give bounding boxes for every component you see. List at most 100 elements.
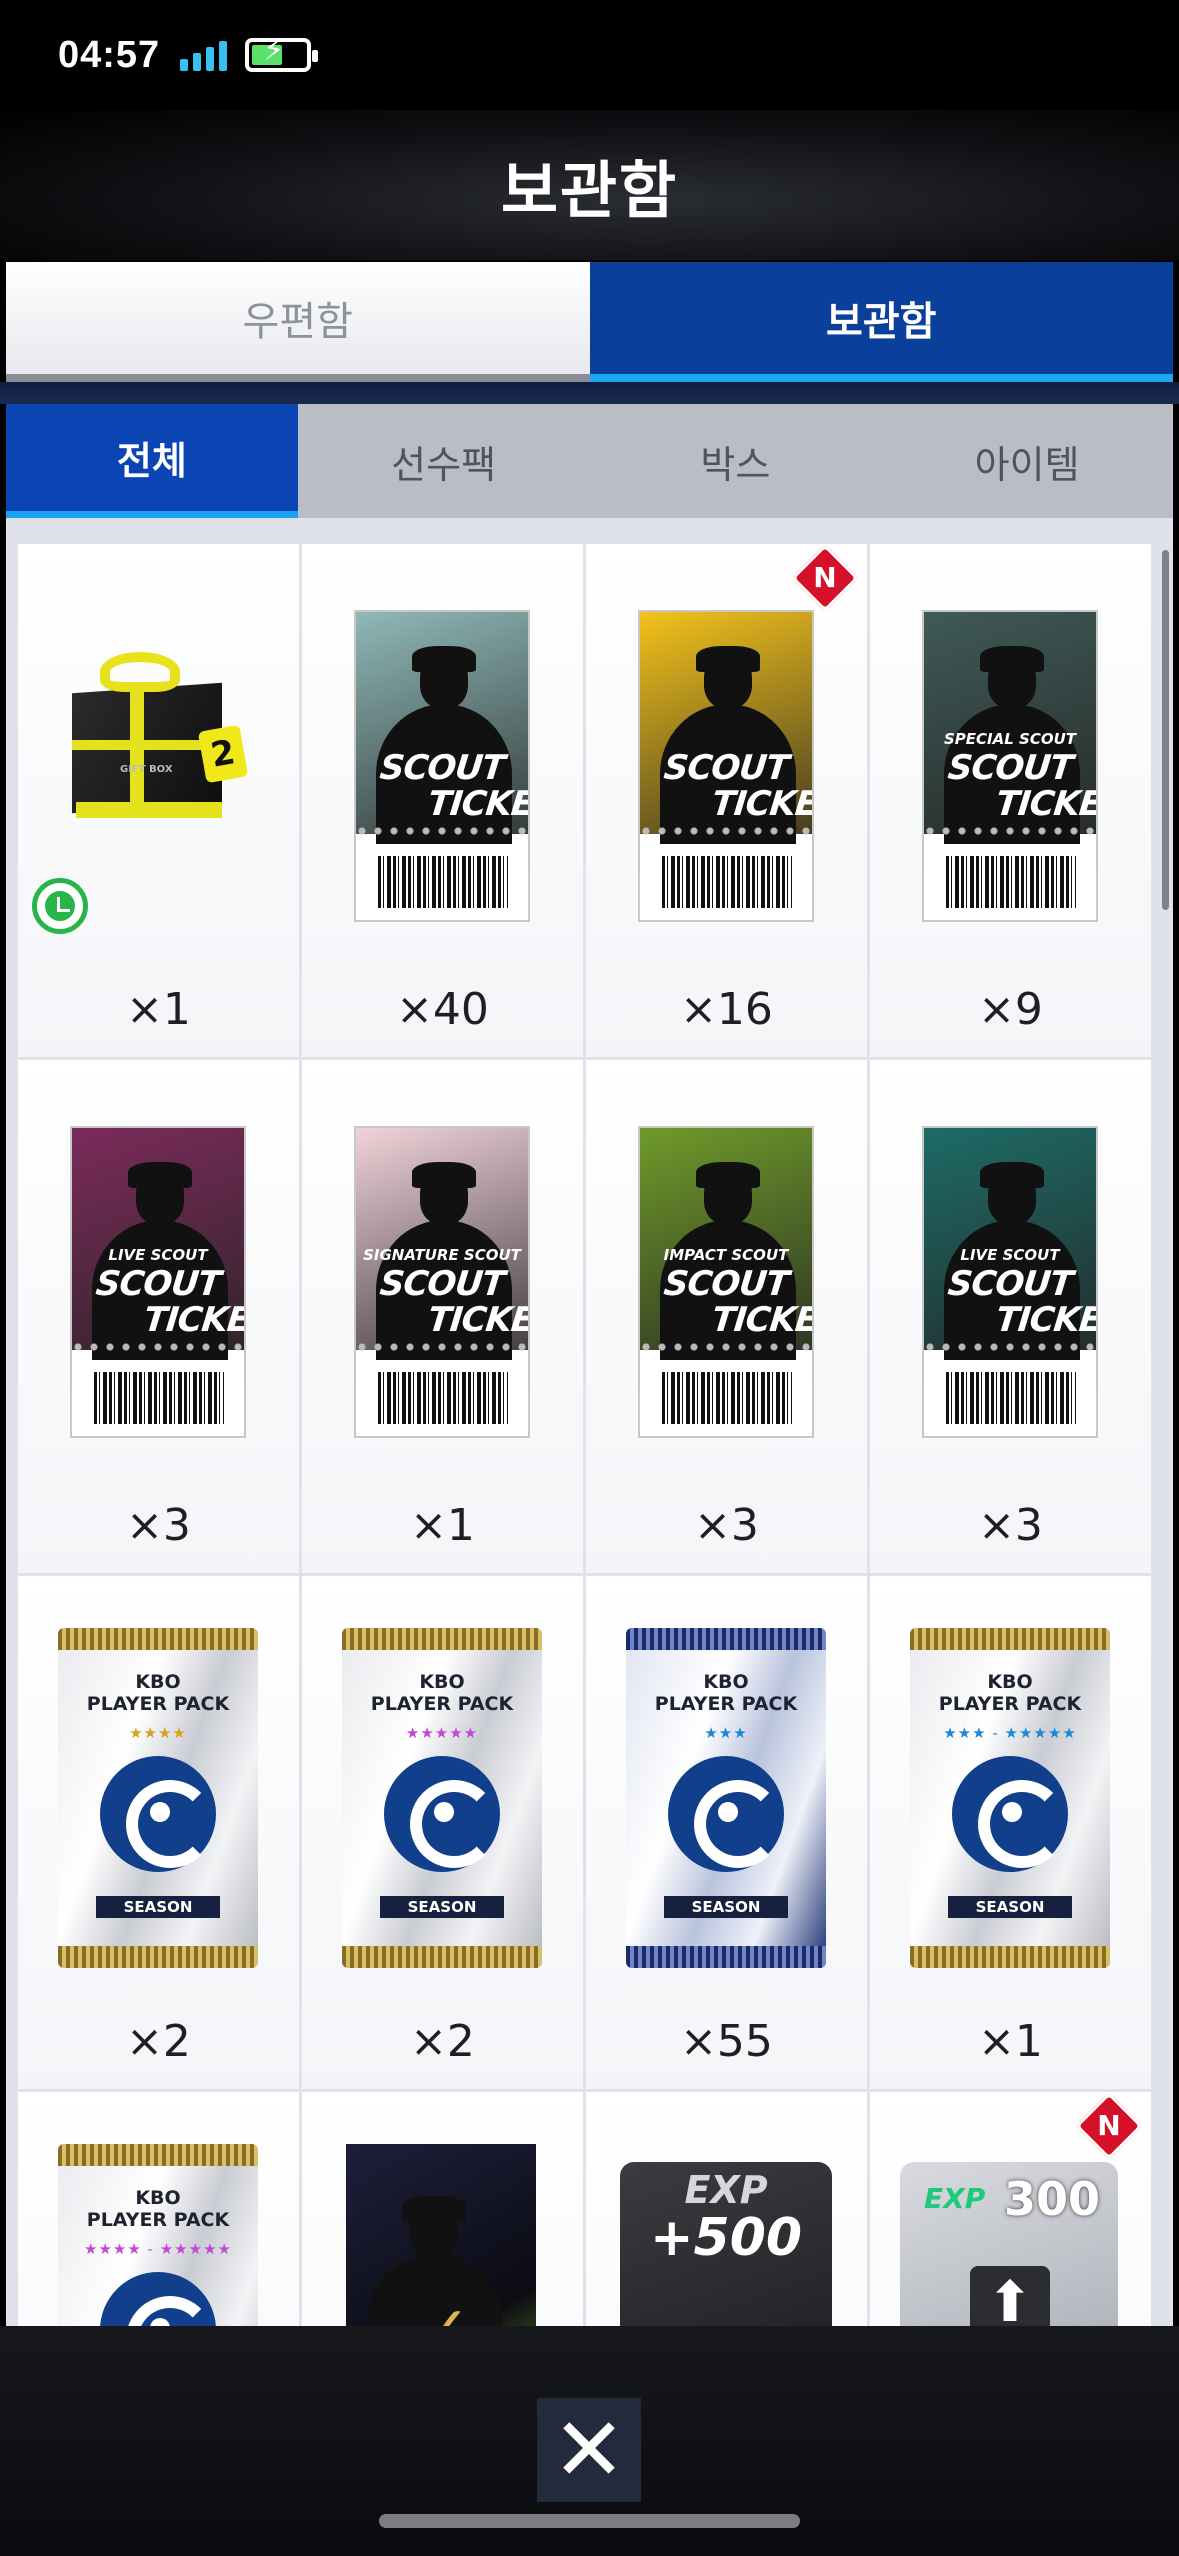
player-pack-image: KBO PLAYER PACK ★★★★ - ★★★★★ [58,2144,258,2326]
ticket-line1: SCOUT [93,1264,223,1304]
home-indicator[interactable] [379,2514,800,2528]
barcode-icon [662,1372,792,1424]
exp-label: EXP [924,2182,986,2215]
team-logo-icon [668,1756,784,1872]
inventory-item[interactable]: LIVE SCOUT SCOUT TICKET ×3 [18,1060,299,1573]
status-bar: 04:57 ⚡ [0,0,1179,110]
new-badge-icon: N [1075,2092,1143,2160]
check-icon: ✓ [420,2294,470,2326]
barcode-icon [94,1372,224,1424]
inventory-item[interactable]: EXP +500 [586,2092,867,2326]
item-quantity: ×1 [126,984,191,1035]
inventory-item[interactable]: KBO PLAYER PACK ★★★★★ SEASON ×2 [302,1576,583,2089]
barcode-icon [946,856,1076,908]
tab-all[interactable]: 전체 [6,404,298,518]
close-button[interactable]: ✕ [537,2398,641,2502]
team-logo-icon [384,1756,500,1872]
inventory-item[interactable]: KBO PLAYER PACK ★★★ SEASON ×55 [586,1576,867,2089]
ticket-line2: TICKET [141,1300,246,1340]
scout-ticket-image: IMPACT SCOUT SCOUT TICKET [638,1126,814,1438]
pack-season-label: SEASON [380,1896,504,1918]
barcode-icon [946,1372,1076,1424]
item-grid: GIFT BOX 2 ×1 SCOUT TICKET ×40 SCOUT TICKET N ×16… [18,544,1152,2326]
inventory-item[interactable]: KBO PLAYER PACK ★★★ - ★★★★★ SEASON ×1 [870,1576,1151,2089]
pack-stars: ★★★ [704,1724,748,1742]
inventory-item[interactable]: KBO PLAYER PACK ★★★★ - ★★★★★ [18,2092,299,2326]
scout-ticket-image: LIVE SCOUT SCOUT TICKET [922,1126,1098,1438]
inventory-item[interactable]: KBO PLAYER PACK ★★★★ SEASON ×2 [18,1576,299,2089]
ticket-line2: TICKET [709,784,814,824]
item-quantity: ×55 [680,2016,773,2067]
ticket-sublabel: SPECIAL SCOUT [944,730,1076,748]
battery-icon: ⚡ [245,36,319,72]
scout-ticket-image: LIVE SCOUT SCOUT TICKET [70,1126,246,1438]
scout-ticket-image: SCOUT TICKET [638,610,814,922]
new-badge-label: N [1097,2109,1121,2142]
clock-icon [32,878,88,934]
pack-subtitle: PLAYER PACK [86,1692,230,1715]
tab-boxes[interactable]: 박스 [590,404,882,518]
ticket-line1: SCOUT [945,748,1075,788]
exp-card-image: EXP 300 [900,2162,1118,2326]
scout-ticket-image: SCOUT TICKET [354,610,530,922]
arrow-up-icon [970,2266,1050,2326]
tab-items[interactable]: 아이템 [881,404,1173,518]
inventory-item[interactable]: SCOUT TICKET ×40 [302,544,583,1057]
ticket-line1: SCOUT [377,748,507,788]
exp-card-image: EXP +500 [620,2162,832,2326]
divider [0,382,1179,404]
inventory-item[interactable]: SCOUT TICKET N ×16 [586,544,867,1057]
team-logo-icon [100,2272,216,2326]
pack-title: KBO [135,1671,181,1693]
ticket-line2: TICKET [993,1300,1098,1340]
team-logo-icon [100,1756,216,1872]
player-pack-image: KBO PLAYER PACK ★★★ SEASON [626,1628,826,1968]
gift-box-image: GIFT BOX 2 [62,644,249,818]
pack-stars: ★★★★★ [405,1724,479,1742]
scrollbar[interactable] [1162,550,1169,910]
inventory-item[interactable]: SPECIAL SCOUT SCOUT TICKET ×9 [870,544,1151,1057]
select-pack-image: ✓ [346,2144,536,2326]
pack-subtitle: PLAYER PACK [938,1692,1082,1715]
pack-season-label: SEASON [948,1896,1072,1918]
category-tabs: 전체 선수팩 박스 아이템 [6,404,1173,518]
ticket-line2: TICKET [425,784,530,824]
status-time: 04:57 [58,33,161,76]
pack-stars: ★★★★ - ★★★★★ [84,2240,232,2258]
pack-stars: ★★★★ [129,1724,187,1742]
scout-ticket-image: SPECIAL SCOUT SCOUT TICKET [922,610,1098,922]
exp-value: 300 [1003,2172,1100,2226]
ticket-line1: SCOUT [377,1264,507,1304]
ticket-line2: TICKET [425,1300,530,1340]
gift-box-label: GIFT BOX [120,764,173,775]
item-quantity: ×2 [126,2016,191,2067]
inventory-item[interactable]: LIVE SCOUT SCOUT TICKET ×3 [870,1060,1151,1573]
inventory-item[interactable]: EXP 300 N [870,2092,1151,2326]
new-badge-icon: N [791,544,859,612]
barcode-icon [662,856,792,908]
page-title: 보관함 [500,154,679,227]
tab-mailbox[interactable]: 우편함 [6,262,590,382]
exp-value: +500 [649,2208,803,2268]
pack-title: KBO [135,2187,181,2209]
item-quantity: ×9 [978,984,1043,1035]
pack-title: KBO [419,1671,465,1693]
item-quantity: ×3 [978,1500,1043,1551]
header: 보관함 [0,110,1179,260]
inventory-item[interactable]: ✓ [302,2092,583,2326]
item-quantity: ×16 [680,984,773,1035]
inventory-item[interactable]: SIGNATURE SCOUT SCOUT TICKET ×1 [302,1060,583,1573]
ticket-sublabel: IMPACT SCOUT [663,1246,789,1264]
scout-ticket-image: SIGNATURE SCOUT SCOUT TICKET [354,1126,530,1438]
player-pack-image: KBO PLAYER PACK ★★★★ SEASON [58,1628,258,1968]
gift-tag: 2 [197,724,249,784]
inventory-item[interactable]: IMPACT SCOUT SCOUT TICKET ×3 [586,1060,867,1573]
new-badge-label: N [813,561,837,594]
pack-subtitle: PLAYER PACK [654,1692,798,1715]
barcode-icon [378,1372,508,1424]
tab-storage[interactable]: 보관함 [589,262,1173,382]
item-quantity: ×40 [396,984,489,1035]
pack-title: KBO [703,1671,749,1693]
tab-player-packs[interactable]: 선수팩 [298,404,590,518]
inventory-item[interactable]: GIFT BOX 2 ×1 [18,544,299,1057]
